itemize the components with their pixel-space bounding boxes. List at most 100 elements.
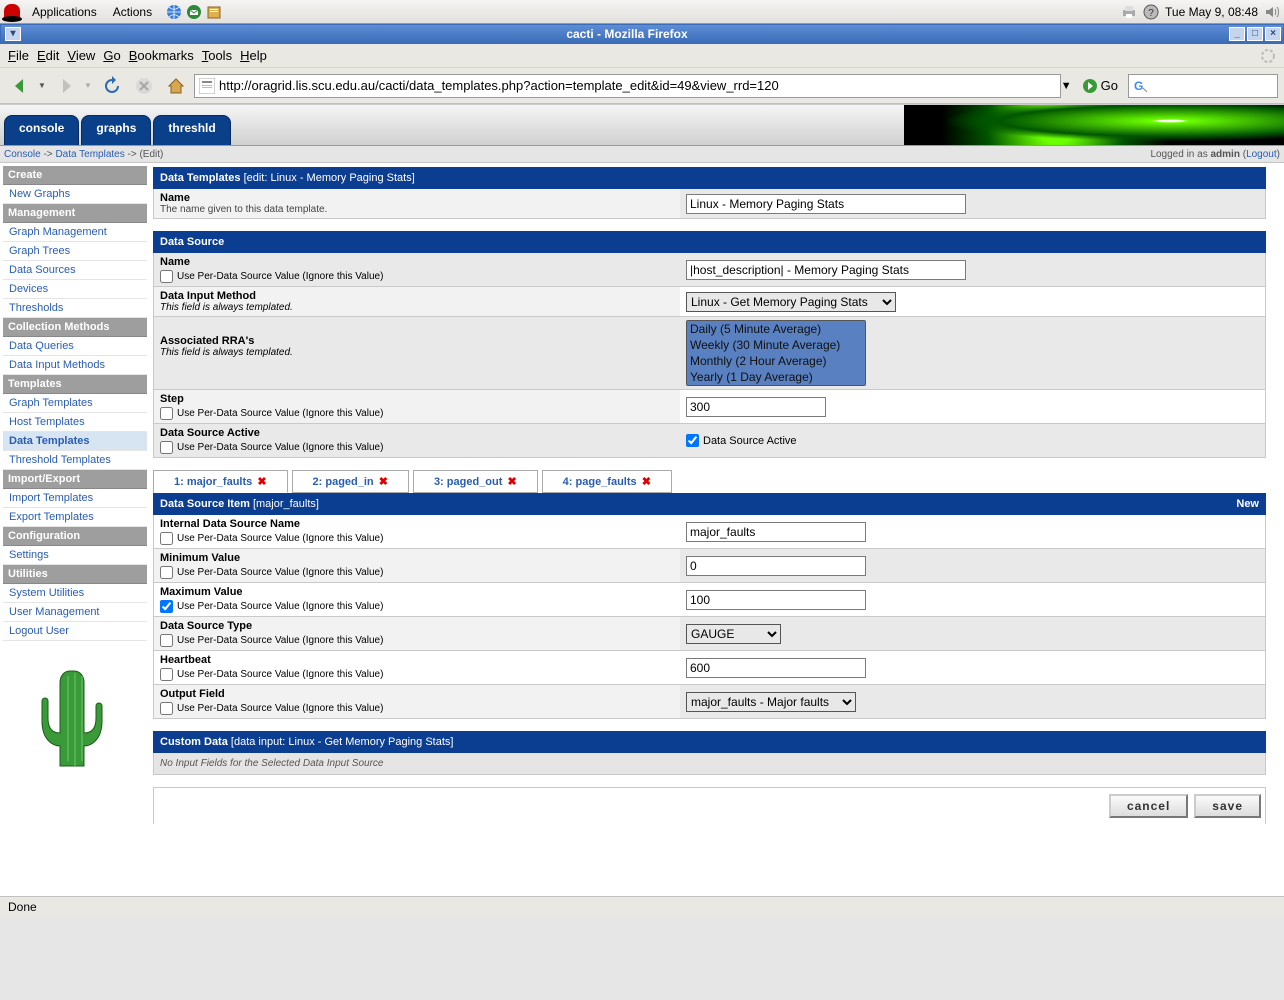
sidebar-item-export-templates[interactable]: Export Templates bbox=[3, 508, 147, 527]
dsi-max-perdata[interactable] bbox=[160, 600, 173, 613]
help-tray-icon[interactable]: ? bbox=[1143, 4, 1159, 20]
throbber-icon bbox=[1260, 48, 1276, 64]
cacti-sidebar: CreateNew GraphsManagementGraph Manageme… bbox=[3, 166, 147, 903]
ds-item-tab-paged_in[interactable]: 2: paged_in ✖ bbox=[292, 470, 409, 493]
url-bar[interactable]: http://oragrid.lis.scu.edu.au/cacti/data… bbox=[194, 74, 1061, 98]
minimize-button[interactable]: _ bbox=[1229, 27, 1245, 41]
back-dropdown[interactable]: ▼ bbox=[38, 81, 48, 90]
sidebar-item-system-utilities[interactable]: System Utilities bbox=[3, 584, 147, 603]
sidebar-item-thresholds[interactable]: Thresholds bbox=[3, 299, 147, 318]
sidebar-item-new-graphs[interactable]: New Graphs bbox=[3, 185, 147, 204]
sidebar-item-import-templates[interactable]: Import Templates bbox=[3, 489, 147, 508]
ds-item-new-link[interactable]: New bbox=[1236, 498, 1259, 510]
sidebar-item-data-templates[interactable]: Data Templates bbox=[3, 432, 147, 451]
email-icon[interactable] bbox=[186, 4, 202, 20]
tab-graphs[interactable]: graphs bbox=[81, 115, 151, 145]
tab-threshld[interactable]: threshld bbox=[153, 115, 230, 145]
ds-item-tab-major_faults[interactable]: 1: major_faults ✖ bbox=[153, 470, 288, 493]
dt-name-input[interactable] bbox=[686, 194, 966, 214]
dsi-idsn-label: Internal Data Source Name bbox=[160, 518, 674, 530]
close-icon[interactable]: ✖ bbox=[642, 476, 651, 488]
menu-bookmarks[interactable]: Bookmarks bbox=[129, 48, 194, 63]
browser-icon[interactable] bbox=[166, 4, 182, 20]
sidebar-item-threshold-templates[interactable]: Threshold Templates bbox=[3, 451, 147, 470]
home-button[interactable] bbox=[162, 72, 190, 100]
sidebar-header-import-export: Import/Export bbox=[3, 470, 147, 489]
url-text: http://oragrid.lis.scu.edu.au/cacti/data… bbox=[219, 78, 1056, 93]
close-icon[interactable]: ✖ bbox=[257, 476, 266, 488]
close-button[interactable]: × bbox=[1265, 27, 1281, 41]
dsi-dst-perdata[interactable] bbox=[160, 634, 173, 647]
office-icon[interactable] bbox=[206, 4, 222, 20]
sidebar-item-data-queries[interactable]: Data Queries bbox=[3, 337, 147, 356]
ds-item-tab-paged_out[interactable]: 3: paged_out ✖ bbox=[413, 470, 538, 493]
panel-custom-data-header: Custom Data [data input: Linux - Get Mem… bbox=[153, 731, 1266, 753]
dsi-hb-perdata[interactable] bbox=[160, 668, 173, 681]
ds-dim-select[interactable]: Linux - Get Memory Paging Stats bbox=[686, 292, 896, 312]
ds-item-tab-page_faults[interactable]: 4: page_faults ✖ bbox=[542, 470, 672, 493]
sidebar-item-data-sources[interactable]: Data Sources bbox=[3, 261, 147, 280]
firefox-menubar: File Edit View Go Bookmarks Tools Help bbox=[0, 44, 1284, 68]
window-menu-icon[interactable]: ▾ bbox=[5, 27, 21, 41]
window-title: cacti - Mozilla Firefox bbox=[25, 27, 1229, 41]
ds-name-perdata[interactable] bbox=[160, 270, 173, 283]
tab-console[interactable]: console bbox=[4, 115, 79, 145]
logout-link[interactable]: Logout bbox=[1246, 149, 1277, 160]
cancel-button[interactable]: cancel bbox=[1109, 794, 1188, 818]
dsi-idsn-perdata[interactable] bbox=[160, 532, 173, 545]
printer-icon[interactable] bbox=[1121, 4, 1137, 20]
sidebar-item-user-management[interactable]: User Management bbox=[3, 603, 147, 622]
dsi-dst-select[interactable]: GAUGE bbox=[686, 624, 781, 644]
close-icon[interactable]: ✖ bbox=[507, 476, 516, 488]
url-history-dropdown[interactable]: ▼ bbox=[1061, 80, 1072, 92]
ds-name-input[interactable] bbox=[686, 260, 966, 280]
sidebar-header-templates: Templates bbox=[3, 375, 147, 394]
ds-rra-select[interactable]: Daily (5 Minute Average) Weekly (30 Minu… bbox=[686, 320, 866, 386]
sidebar-item-host-templates[interactable]: Host Templates bbox=[3, 413, 147, 432]
dsi-dst-label: Data Source Type bbox=[160, 620, 674, 632]
close-icon[interactable]: ✖ bbox=[379, 476, 388, 488]
redhat-icon bbox=[4, 4, 20, 20]
sidebar-item-data-input-methods[interactable]: Data Input Methods bbox=[3, 356, 147, 375]
ds-name-label: Name bbox=[160, 256, 674, 268]
dsi-hb-input[interactable] bbox=[686, 658, 866, 678]
ds-step-perdata[interactable] bbox=[160, 407, 173, 420]
sidebar-item-settings[interactable]: Settings bbox=[3, 546, 147, 565]
breadcrumb-data-templates[interactable]: Data Templates bbox=[55, 149, 124, 160]
menu-tools[interactable]: Tools bbox=[202, 48, 232, 63]
dsi-max-input[interactable] bbox=[686, 590, 866, 610]
ds-active-checkbox[interactable] bbox=[686, 434, 699, 447]
dsi-min-perdata[interactable] bbox=[160, 566, 173, 579]
actions-menu[interactable]: Actions bbox=[105, 5, 160, 19]
menu-view[interactable]: View bbox=[67, 48, 95, 63]
breadcrumb-console[interactable]: Console bbox=[4, 149, 41, 160]
menu-edit[interactable]: Edit bbox=[37, 48, 59, 63]
go-button[interactable]: Go bbox=[1076, 78, 1124, 94]
sidebar-item-graph-trees[interactable]: Graph Trees bbox=[3, 242, 147, 261]
sidebar-item-devices[interactable]: Devices bbox=[3, 280, 147, 299]
breadcrumb-current: (Edit) bbox=[139, 149, 163, 160]
menu-file[interactable]: File bbox=[8, 48, 29, 63]
sidebar-item-logout-user[interactable]: Logout User bbox=[3, 622, 147, 641]
reload-button[interactable] bbox=[98, 72, 126, 100]
menu-go[interactable]: Go bbox=[103, 48, 120, 63]
dsi-idsn-input[interactable] bbox=[686, 522, 866, 542]
applications-menu[interactable]: Applications bbox=[24, 5, 105, 19]
ds-active-perdata[interactable] bbox=[160, 441, 173, 454]
breadcrumb: Console -> Data Templates -> (Edit) Logg… bbox=[0, 145, 1284, 163]
back-button[interactable] bbox=[6, 72, 34, 100]
logged-in-user: admin bbox=[1211, 149, 1240, 160]
search-bar[interactable]: G bbox=[1128, 74, 1278, 98]
save-button[interactable]: save bbox=[1194, 794, 1261, 818]
stop-button bbox=[130, 72, 158, 100]
dsi-min-input[interactable] bbox=[686, 556, 866, 576]
sidebar-item-graph-management[interactable]: Graph Management bbox=[3, 223, 147, 242]
clock[interactable]: Tue May 9, 08:48 bbox=[1165, 5, 1258, 19]
dsi-of-perdata[interactable] bbox=[160, 702, 173, 715]
volume-icon[interactable] bbox=[1264, 4, 1280, 20]
maximize-button[interactable]: □ bbox=[1247, 27, 1263, 41]
ds-step-input[interactable] bbox=[686, 397, 826, 417]
sidebar-item-graph-templates[interactable]: Graph Templates bbox=[3, 394, 147, 413]
dsi-of-select[interactable]: major_faults - Major faults bbox=[686, 692, 856, 712]
menu-help[interactable]: Help bbox=[240, 48, 267, 63]
